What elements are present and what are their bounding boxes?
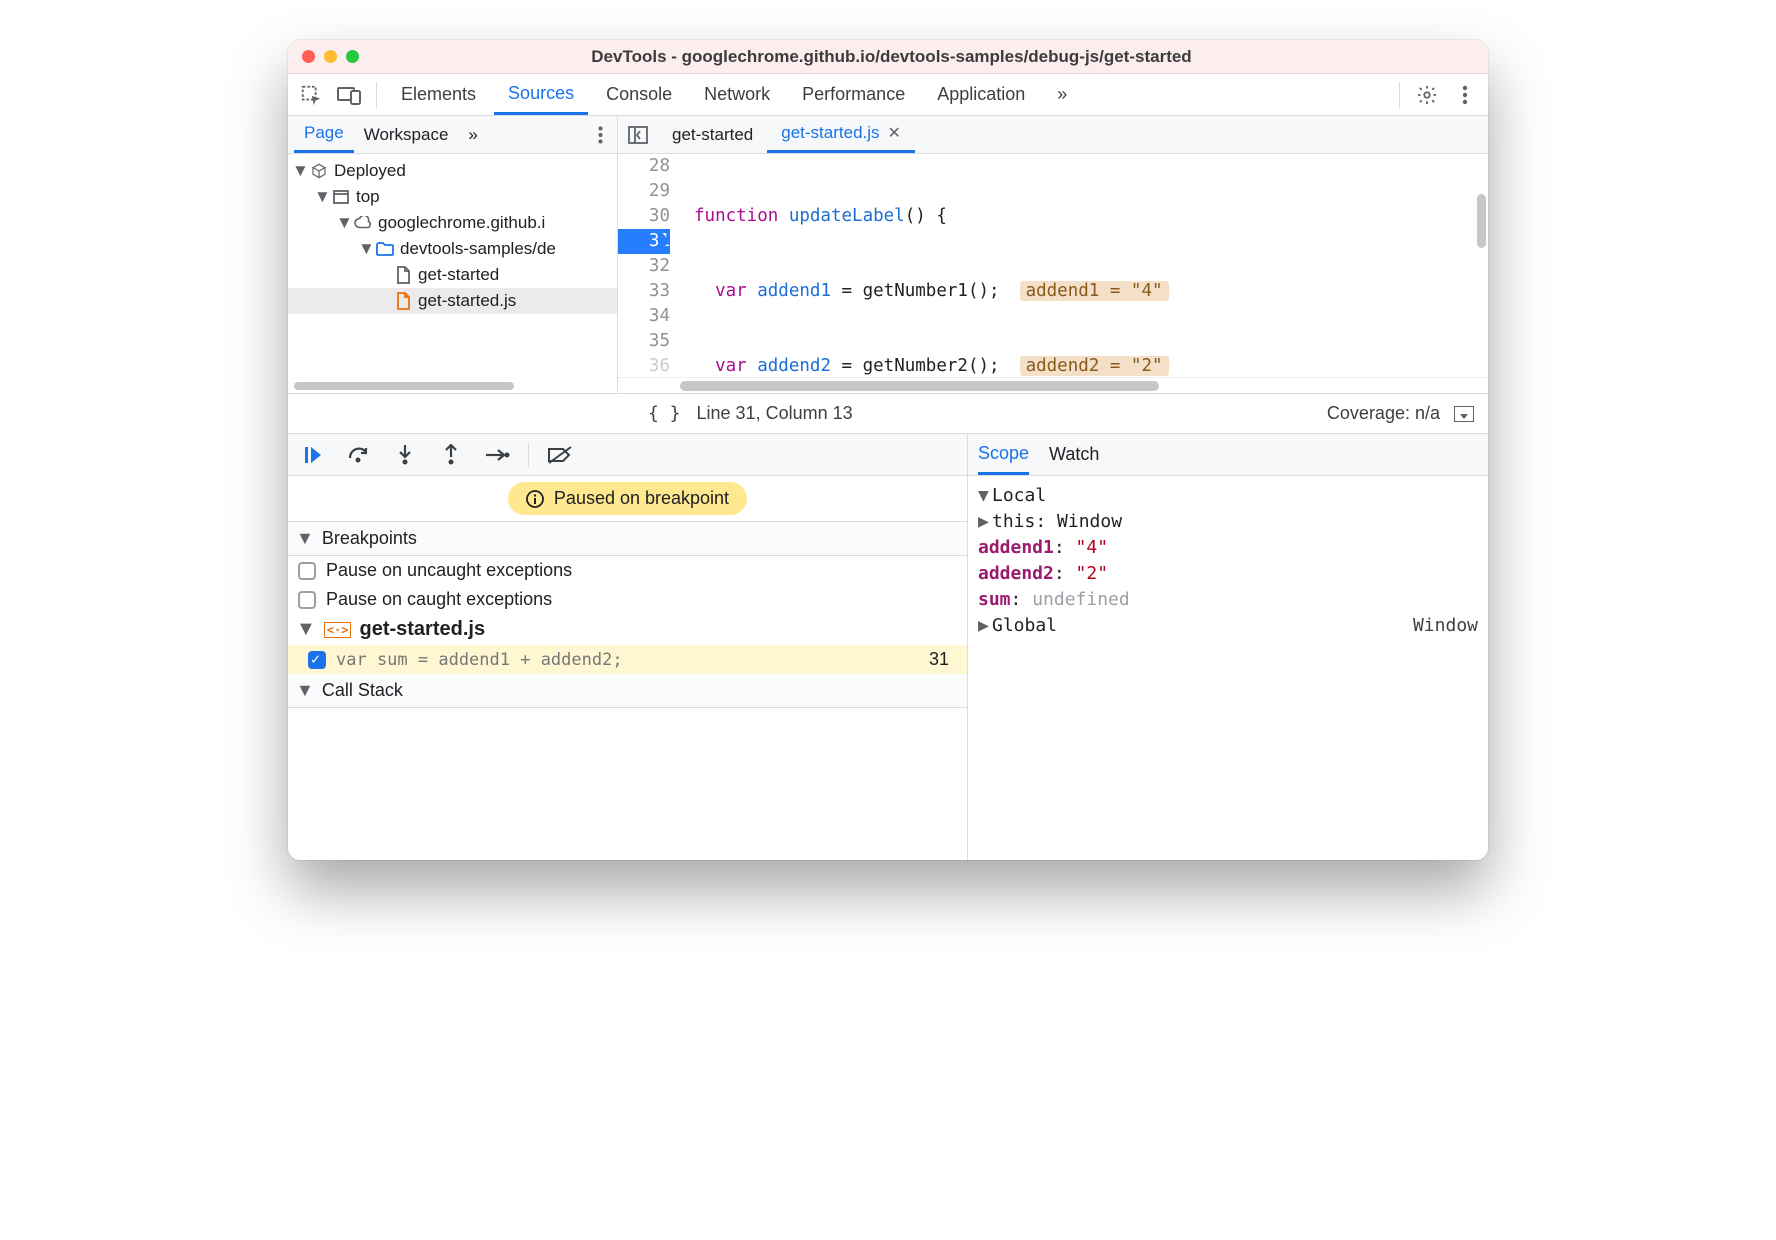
js-badge-icon: <·> (324, 622, 352, 638)
paused-banner: Paused on breakpoint (288, 476, 967, 522)
checkbox-checked[interactable] (308, 651, 326, 669)
cloud-icon (354, 214, 372, 232)
debugger-right: Scope Watch ▼ Local ▶ this: Window adden… (968, 434, 1488, 860)
show-drawer-icon[interactable] (1454, 406, 1474, 422)
cube-icon (310, 162, 328, 180)
document-icon (394, 266, 412, 284)
debugger-toolbar (288, 434, 967, 476)
paused-label: Paused on breakpoint (554, 488, 729, 509)
step-over-button[interactable] (344, 440, 374, 470)
tree-label: googlechrome.github.i (378, 213, 545, 233)
editor-tab-js[interactable]: get-started.js ✕ (767, 116, 915, 153)
debugger-left: Paused on breakpoint ▼Breakpoints Pause … (288, 434, 968, 860)
file-tree[interactable]: ▼ Deployed ▼ top ▼ googlechrome.github.i… (288, 154, 617, 379)
editor-tab-label: get-started.js (781, 123, 879, 143)
devtools-window: DevTools - googlechrome.github.io/devtoo… (288, 40, 1488, 860)
inline-value: addend2 = "2" (1020, 356, 1169, 376)
debugger-panes: Paused on breakpoint ▼Breakpoints Pause … (288, 434, 1488, 860)
main-tabstrip: Elements Sources Console Network Perform… (288, 74, 1488, 116)
traffic-lights (302, 50, 359, 63)
step-button[interactable] (482, 440, 512, 470)
tree-node-top[interactable]: ▼ top (288, 184, 617, 210)
tab-application[interactable]: Application (923, 74, 1039, 115)
tree-node-deployed[interactable]: ▼ Deployed (288, 158, 617, 184)
settings-gear-icon[interactable] (1410, 78, 1444, 112)
pause-uncaught-row[interactable]: Pause on uncaught exceptions (288, 556, 967, 585)
tree-node-folder[interactable]: ▼ devtools-samples/de (288, 236, 617, 262)
breakpoint-line-number: 31 (929, 649, 959, 670)
checkbox-unchecked[interactable] (298, 562, 316, 580)
tab-sources[interactable]: Sources (494, 74, 588, 115)
more-menu-icon[interactable] (1448, 78, 1482, 112)
tab-performance[interactable]: Performance (788, 74, 919, 115)
window-icon (332, 188, 350, 206)
toggle-navigator-icon[interactable] (618, 126, 658, 144)
tab-elements[interactable]: Elements (387, 74, 490, 115)
scope-tabs: Scope Watch (968, 434, 1488, 476)
separator (1399, 82, 1400, 108)
sources-pane: Page Workspace » ▼ Deployed ▼ top (288, 116, 1488, 394)
step-out-button[interactable] (436, 440, 466, 470)
titlebar: DevTools - googlechrome.github.io/devtoo… (288, 40, 1488, 74)
zoom-window-button[interactable] (346, 50, 359, 63)
inline-value: addend1 = "4" (1020, 281, 1169, 301)
tree-file-js[interactable]: get-started.js (288, 288, 617, 314)
breakpoints-header[interactable]: ▼Breakpoints (288, 522, 967, 556)
separator (376, 82, 377, 108)
editor-statusbar: { } Line 31, Column 13 Coverage: n/a (288, 394, 1488, 434)
editor-vscroll[interactable] (1477, 194, 1486, 248)
close-tab-icon[interactable]: ✕ (888, 123, 901, 143)
step-into-button[interactable] (390, 440, 420, 470)
navigator-pane: Page Workspace » ▼ Deployed ▼ top (288, 116, 618, 393)
editor-pane: get-started get-started.js ✕ 282930 3132… (618, 116, 1488, 393)
pause-caught-row[interactable]: Pause on caught exceptions (288, 585, 967, 614)
inspect-element-icon[interactable] (294, 78, 328, 112)
cursor-position: Line 31, Column 13 (697, 403, 853, 424)
coverage-status: Coverage: n/a (1327, 403, 1440, 424)
tree-label: get-started (418, 265, 499, 285)
tabs-overflow[interactable]: » (1043, 74, 1081, 115)
editor-hscroll[interactable] (618, 377, 1488, 393)
navigator-tab-page[interactable]: Page (294, 116, 354, 153)
tree-node-origin[interactable]: ▼ googlechrome.github.i (288, 210, 617, 236)
editor-tab-html[interactable]: get-started (658, 116, 767, 153)
resume-button[interactable] (298, 440, 328, 470)
navigator-hscroll[interactable] (288, 379, 617, 393)
code-area[interactable]: 282930 313233 343536 function updateLabe… (618, 154, 1488, 377)
callstack-header[interactable]: ▼Call Stack (288, 674, 967, 708)
folder-icon (376, 240, 394, 258)
minimize-window-button[interactable] (324, 50, 337, 63)
scope-tab[interactable]: Scope (978, 434, 1029, 475)
navigator-tabs: Page Workspace » (288, 116, 617, 154)
device-toolbar-icon[interactable] (332, 78, 366, 112)
info-icon (526, 490, 544, 508)
deactivate-breakpoints-button[interactable] (545, 440, 575, 470)
tab-network[interactable]: Network (690, 74, 784, 115)
editor-tabs: get-started get-started.js ✕ (618, 116, 1488, 154)
navigator-more-icon[interactable] (590, 126, 611, 144)
watch-tab[interactable]: Watch (1049, 434, 1099, 475)
gutter[interactable]: 282930 313233 343536 (618, 154, 680, 377)
tree-file-html[interactable]: get-started (288, 262, 617, 288)
breakpoint-entry[interactable]: var sum = addend1 + addend2; 31 (288, 645, 967, 674)
tree-label: get-started.js (418, 291, 516, 311)
js-file-icon (394, 292, 412, 310)
checkbox-unchecked[interactable] (298, 591, 316, 609)
pretty-print-icon[interactable]: { } (648, 403, 681, 424)
tab-console[interactable]: Console (592, 74, 686, 115)
navigator-tabs-overflow[interactable]: » (458, 116, 487, 153)
tree-label: top (356, 187, 380, 207)
window-title: DevTools - googlechrome.github.io/devtoo… (359, 47, 1474, 67)
breakpoint-file-row[interactable]: ▼ <·> get-started.js (288, 614, 967, 645)
navigator-tab-workspace[interactable]: Workspace (354, 116, 459, 153)
close-window-button[interactable] (302, 50, 315, 63)
separator (528, 443, 529, 467)
code-lines[interactable]: function updateLabel() { var addend1 = g… (680, 154, 1488, 377)
scope-tree[interactable]: ▼ Local ▶ this: Window addend1: "4" adde… (968, 476, 1488, 860)
tree-label: devtools-samples/de (400, 239, 556, 259)
tree-label: Deployed (334, 161, 406, 181)
